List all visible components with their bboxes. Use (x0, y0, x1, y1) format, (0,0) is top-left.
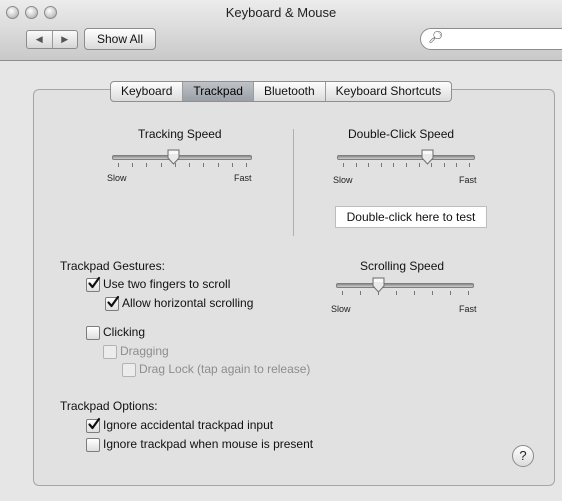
forward-arrow-icon[interactable]: ▶ (53, 31, 78, 48)
checkmark-icon (88, 276, 101, 289)
checkmark-icon (107, 295, 120, 308)
tracking-speed-slider[interactable] (112, 149, 252, 170)
slider-tick (356, 163, 357, 167)
slider-tick (469, 163, 470, 167)
slider-ticks (112, 163, 252, 168)
slider-tick (343, 163, 344, 167)
back-arrow-icon[interactable]: ◀ (27, 31, 53, 48)
search-icon: 🔎︎ (428, 30, 444, 44)
show-all-button[interactable]: Show All (84, 28, 156, 50)
slider-tick (456, 163, 457, 167)
slider-thumb[interactable] (372, 277, 385, 293)
horizontal-scroll-checkbox[interactable] (105, 295, 120, 311)
slider-tick (342, 291, 343, 295)
dragging-checkbox[interactable] (103, 345, 117, 359)
slider-thumb[interactable] (167, 149, 180, 165)
slider-tick (450, 291, 451, 295)
scrolling-speed-min-label: Slow (331, 304, 351, 314)
back-forward-control: ◀ ▶ (26, 30, 78, 49)
search-field[interactable]: 🔎︎ (420, 28, 562, 50)
tracking-speed-label: Tracking Speed (138, 127, 222, 141)
slider-tick (118, 163, 119, 167)
slider-tick (396, 291, 397, 295)
double-click-speed-slider[interactable] (337, 149, 475, 170)
slider-thumb[interactable] (421, 149, 434, 165)
slider-tick (468, 291, 469, 295)
drag-lock-checkbox[interactable] (122, 363, 136, 377)
dragging-label: Dragging (120, 344, 169, 358)
slider-tick (381, 163, 382, 167)
two-finger-scroll-label: Use two fingers to scroll (103, 277, 231, 291)
ignore-accidental-label: Ignore accidental trackpad input (103, 418, 274, 432)
tab-bluetooth[interactable]: Bluetooth (254, 82, 326, 101)
slider-tick (189, 163, 190, 167)
clicking-checkbox[interactable] (86, 326, 100, 340)
tab-keyboard-shortcuts[interactable]: Keyboard Shortcuts (326, 82, 451, 101)
double-click-test-area[interactable]: Double-click here to test (335, 206, 487, 228)
double-click-speed-max-label: Fast (459, 175, 477, 185)
slider-ticks (336, 291, 474, 296)
tab-keyboard[interactable]: Keyboard (111, 82, 184, 101)
window-title: Keyboard & Mouse (225, 5, 337, 20)
slider-tick (419, 163, 420, 167)
ignore-when-mouse-label: Ignore trackpad when mouse is present (103, 437, 314, 451)
section-divider (293, 129, 294, 236)
double-click-speed-min-label: Slow (333, 175, 353, 185)
slider-tick (132, 163, 133, 167)
slider-tick (414, 291, 415, 295)
scrolling-speed-max-label: Fast (459, 304, 477, 314)
slider-tick (444, 163, 445, 167)
slider-tick (203, 163, 204, 167)
slider-tick (218, 163, 219, 167)
scrolling-speed-label: Scrolling Speed (360, 259, 445, 273)
slider-tick (393, 163, 394, 167)
preferences-window: Keyboard & Mouse ◀ ▶ Show All 🔎︎ Keyboar… (0, 0, 562, 501)
tracking-speed-max-label: Fast (234, 173, 252, 183)
tab-bar: Keyboard Trackpad Bluetooth Keyboard Sho… (110, 81, 453, 102)
slider-tick (232, 163, 233, 167)
trackpad-options-heading: Trackpad Options: (60, 399, 158, 413)
slider-tick (161, 163, 162, 167)
toolbar: Keyboard & Mouse ◀ ▶ Show All 🔎︎ (0, 0, 562, 61)
scrolling-speed-slider[interactable] (336, 277, 474, 298)
slider-track (336, 283, 474, 288)
tab-trackpad[interactable]: Trackpad (183, 82, 254, 101)
double-click-speed-label: Double-Click Speed (348, 127, 455, 141)
slider-tick (246, 163, 247, 167)
slider-tick (432, 291, 433, 295)
slider-tick (406, 163, 407, 167)
slider-tick (146, 163, 147, 167)
tracking-speed-min-label: Slow (107, 173, 127, 183)
ignore-when-mouse-checkbox[interactable] (86, 438, 100, 452)
slider-ticks (337, 163, 475, 168)
ignore-accidental-checkbox[interactable] (86, 417, 101, 433)
trackpad-gestures-heading: Trackpad Gestures: (60, 259, 165, 273)
clicking-label: Clicking (103, 325, 146, 339)
two-finger-scroll-checkbox[interactable] (86, 276, 101, 292)
checkmark-icon (88, 417, 101, 430)
slider-tick (360, 291, 361, 295)
drag-lock-label: Drag Lock (tap again to release) (139, 362, 311, 376)
help-button[interactable]: ? (512, 445, 534, 467)
slider-tick (368, 163, 369, 167)
slider-track (112, 155, 252, 160)
slider-track (337, 155, 475, 160)
horizontal-scroll-label: Allow horizontal scrolling (122, 296, 254, 310)
